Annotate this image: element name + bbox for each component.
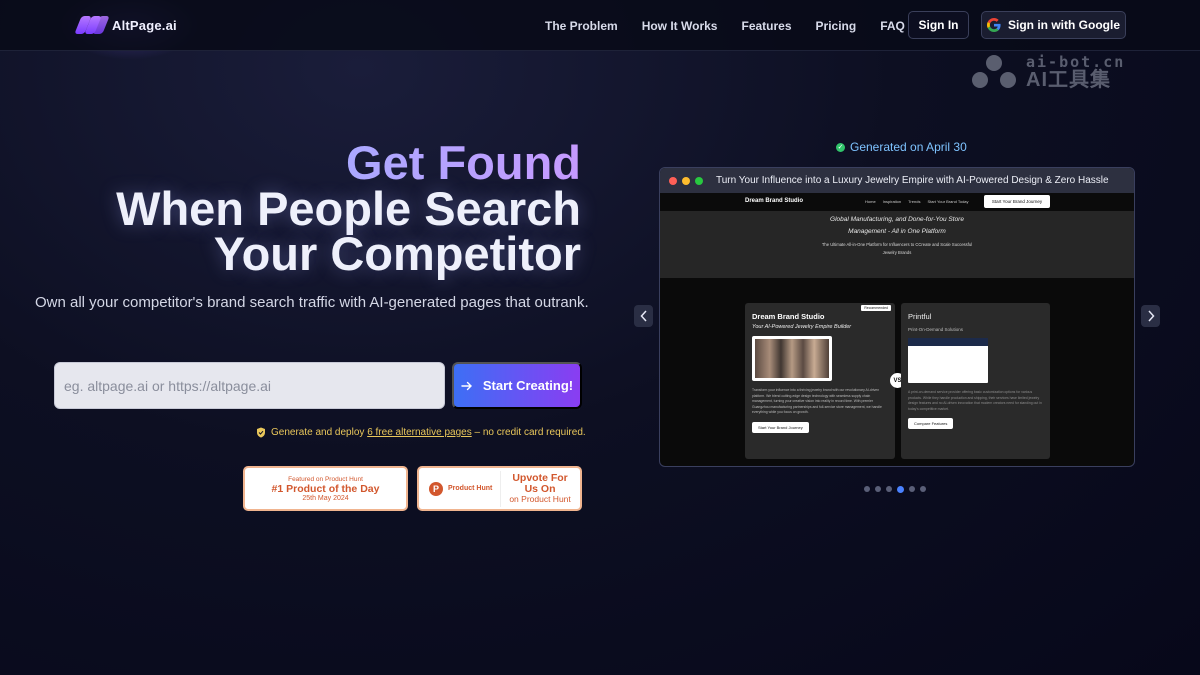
badge-rank-label: #1 Product of the Day <box>271 482 380 495</box>
google-icon <box>987 18 1001 32</box>
hero-title-line3: Your Competitor <box>213 227 581 280</box>
preview-browser-window: Turn Your Influence into a Luxury Jewelr… <box>659 167 1135 467</box>
product-of-the-day-badge[interactable]: Featured on Product Hunt #1 Product of t… <box>243 466 408 511</box>
start-creating-button[interactable]: Start Creating! <box>452 362 582 409</box>
right-card-subtitle: Print-On-Demand Solutions <box>908 327 964 332</box>
right-card-button: Compare Features <box>908 418 954 429</box>
upvote-line3: on Product Hunt <box>509 494 571 505</box>
watermark-name: AI工具集 <box>1026 68 1111 91</box>
carousel-prev-button[interactable] <box>634 305 653 327</box>
note-suffix: – no credit card required. <box>471 427 586 438</box>
arrow-right-icon <box>461 381 472 390</box>
url-input-wrapper <box>54 362 445 409</box>
nav-link-how-it-works[interactable]: How It Works <box>642 19 718 33</box>
logo[interactable]: AltPage.ai <box>74 16 177 34</box>
hero-subtitle: Own all your competitor's brand search t… <box>35 294 589 311</box>
right-card-title: Printful <box>908 312 932 321</box>
browser-window-title: Turn Your Influence into a Luxury Jewelr… <box>716 175 1109 186</box>
carousel-dot-active[interactable] <box>897 485 904 493</box>
free-pages-link[interactable]: 6 free alternative pages <box>367 427 472 438</box>
chevron-left-icon <box>639 310 647 322</box>
close-dot-icon <box>669 176 677 185</box>
logo-icon <box>74 16 110 34</box>
google-sign-in-label: Sign in with Google <box>1008 18 1120 32</box>
carousel-dot[interactable] <box>920 486 926 492</box>
left-card-image <box>752 336 832 381</box>
left-card-button: Start Your Brand Journey <box>752 421 809 433</box>
preview-link-inspiration: Inspiration <box>882 199 902 204</box>
nav-link-pricing[interactable]: Pricing <box>816 19 857 33</box>
minimize-dot-icon <box>682 176 690 185</box>
watermark-domain: ai-bot.cn <box>1026 52 1126 71</box>
browser-title-bar: Turn Your Influence into a Luxury Jewelr… <box>660 168 1134 193</box>
carousel-dot[interactable] <box>875 486 881 492</box>
top-navbar: AltPage.ai The Problem How It Works Feat… <box>0 0 1200 51</box>
preview-hero-line2: Management - All in One Platform <box>848 228 946 235</box>
preview-left-card: Recommended Dream Brand Studio Your AI-P… <box>745 303 895 459</box>
note-prefix: Generate and deploy <box>271 427 368 438</box>
recommended-tag: Recommended <box>861 305 891 311</box>
badge-date-label: 25th May 2024 <box>302 494 349 502</box>
nav-link-features[interactable]: Features <box>741 19 791 33</box>
left-card-body: Transform your influence into a thriving… <box>752 388 882 414</box>
watermark-logo-icon <box>972 55 1016 88</box>
generated-date-text: Generated on April 30 <box>850 140 967 154</box>
maximize-dot-icon <box>695 176 703 185</box>
nav-link-the-problem[interactable]: The Problem <box>545 19 618 33</box>
hero-title-line1: Get Found <box>116 139 581 186</box>
shield-icon <box>257 427 265 438</box>
generated-date-label: ✓ Generated on April 30 <box>836 140 967 154</box>
preview-site-hero: Global Manufacturing, and Done-for-You S… <box>660 211 1134 278</box>
check-circle-icon: ✓ <box>836 142 845 152</box>
right-card-body: A print-on-demand service provider offer… <box>908 390 1042 411</box>
hero-title: Get Found When People Search Your Compet… <box>116 139 581 280</box>
left-card-subtitle: Your AI-Powered Jewelry Empire Builder <box>752 324 852 330</box>
url-input[interactable] <box>64 377 444 394</box>
preview-site-cta: Start Your Brand Journey <box>984 195 1050 208</box>
carousel-dot[interactable] <box>886 486 892 492</box>
product-hunt-name: Product Hunt <box>448 485 493 492</box>
upvote-product-hunt-badge[interactable]: P Product Hunt Upvote For Us On on Produ… <box>417 466 582 511</box>
left-card-title: Dream Brand Studio <box>752 312 825 321</box>
nav-link-faq[interactable]: FAQ <box>880 19 905 33</box>
start-creating-label: Start Creating! <box>482 378 574 393</box>
badge-divider <box>500 470 502 507</box>
preview-link-start-brand: Start Your Brand Today <box>927 199 969 204</box>
badge-featured-label: Featured on Product Hunt <box>288 475 363 483</box>
preview-hero-sub1: The Ultimate All-in-One Platform for Inf… <box>821 242 973 247</box>
sign-in-button[interactable]: Sign In <box>908 11 969 39</box>
preview-link-home: Home <box>865 199 876 204</box>
preview-hero-line1: Global Manufacturing, and Done-for-You S… <box>830 216 964 223</box>
nav-links: The Problem How It Works Features Pricin… <box>545 19 905 33</box>
carousel-dots <box>864 485 926 493</box>
preview-hero-sub2: Jewelry Brands <box>882 250 912 255</box>
preview-right-card: Printful Print-On-Demand Solutions A pri… <box>901 303 1050 459</box>
watermark: ai-bot.cn AI工具集 <box>968 54 1125 90</box>
preview-site-nav: Dream Brand Studio Home Inspiration Tren… <box>660 193 1134 211</box>
google-sign-in-button[interactable]: Sign in with Google <box>981 11 1126 39</box>
carousel-dot[interactable] <box>864 486 870 492</box>
right-card-image <box>908 338 988 383</box>
hero-title-line2: When People Search <box>116 182 581 235</box>
preview-link-trends: Trends <box>908 199 921 204</box>
free-pages-note: Generate and deploy 6 free alternative p… <box>256 427 586 438</box>
carousel-next-button[interactable] <box>1141 305 1160 327</box>
logo-text: AltPage.ai <box>112 17 177 33</box>
preview-site-brand: Dream Brand Studio <box>745 198 804 204</box>
chevron-right-icon <box>1147 310 1155 322</box>
carousel-dot[interactable] <box>909 486 915 492</box>
product-hunt-icon: P <box>429 481 443 496</box>
